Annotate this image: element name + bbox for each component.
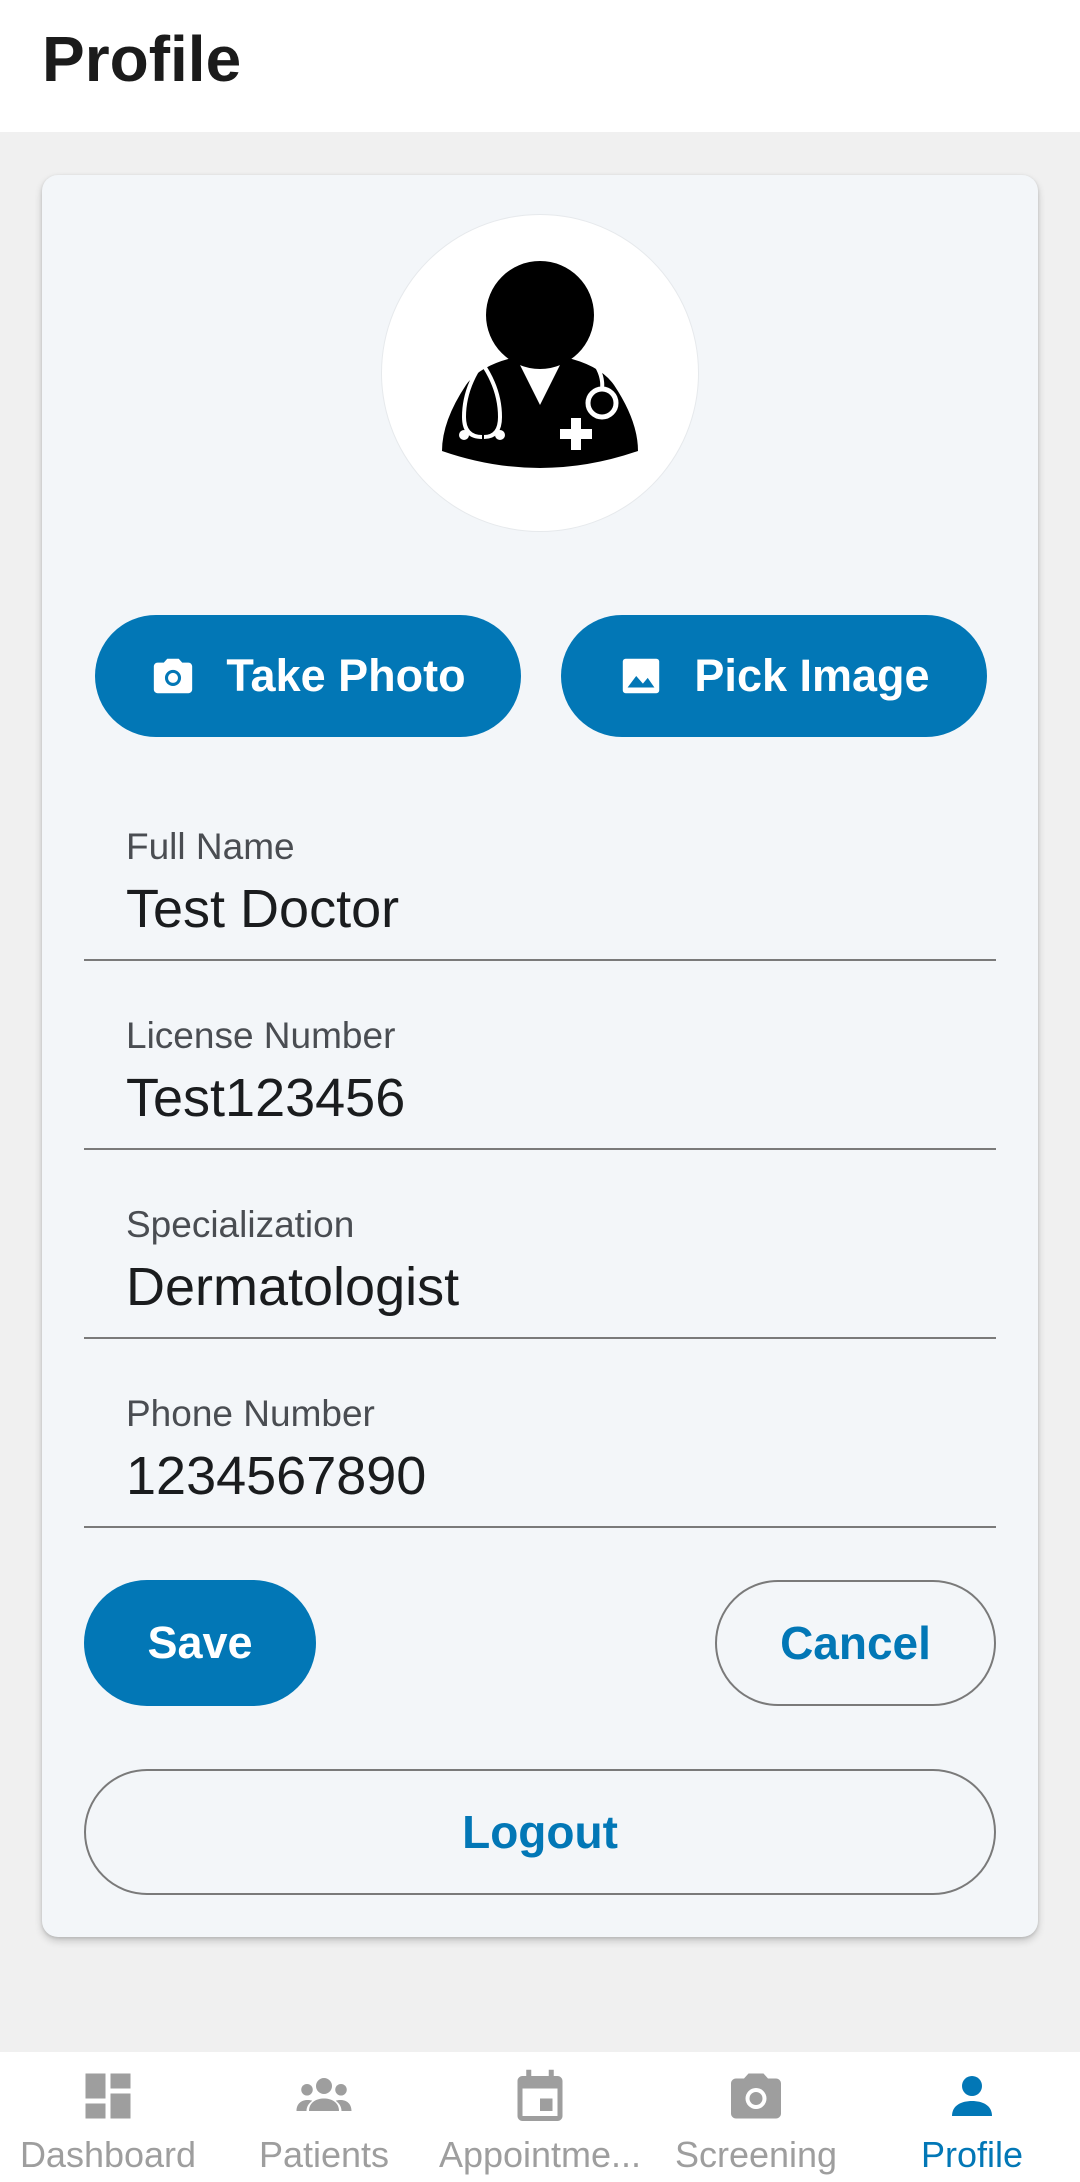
profile-card: Take Photo Pick Image Full Name Test Doc… bbox=[42, 175, 1038, 1937]
full-name-value[interactable]: Test Doctor bbox=[126, 878, 399, 940]
full-name-label: Full Name bbox=[126, 826, 295, 867]
logout-label: Logout bbox=[462, 1806, 618, 1858]
nav-label-dashboard: Dashboard bbox=[19, 2134, 197, 2175]
cancel-label: Cancel bbox=[780, 1617, 931, 1669]
phone-number-value[interactable]: 1234567890 bbox=[126, 1445, 426, 1507]
nav-label-appointments: Appointme... bbox=[438, 2134, 642, 2175]
avatar[interactable] bbox=[382, 215, 698, 531]
person-icon bbox=[952, 2076, 992, 2116]
save-label: Save bbox=[147, 1617, 253, 1668]
specialization-value[interactable]: Dermatologist bbox=[126, 1256, 459, 1318]
take-photo-label: Take Photo bbox=[226, 650, 466, 701]
pick-image-button[interactable]: Pick Image bbox=[561, 615, 987, 737]
nav-label-profile: Profile bbox=[920, 2134, 1024, 2175]
bottom-navigation: Dashboard Patients Appointme... Screenin… bbox=[0, 2052, 1080, 2182]
nav-item-appointments[interactable]: Appointme... bbox=[432, 2052, 648, 2182]
specialization-field[interactable]: Specialization Dermatologist bbox=[84, 1204, 996, 1339]
nav-item-profile[interactable]: Profile bbox=[864, 2052, 1080, 2182]
nav-label-patients: Patients bbox=[258, 2134, 390, 2175]
app-bar: Profile bbox=[0, 0, 1080, 132]
phone-number-label: Phone Number bbox=[126, 1393, 375, 1434]
full-name-field[interactable]: Full Name Test Doctor bbox=[84, 826, 996, 961]
phone-number-field[interactable]: Phone Number 1234567890 bbox=[84, 1393, 996, 1528]
camera-icon bbox=[731, 2073, 781, 2119]
nav-item-patients[interactable]: Patients bbox=[216, 2052, 432, 2182]
calendar-icon bbox=[517, 2069, 563, 2121]
dashboard-icon bbox=[85, 2073, 131, 2119]
save-button[interactable]: Save bbox=[84, 1580, 316, 1706]
cancel-button[interactable]: Cancel bbox=[715, 1580, 996, 1706]
pick-image-label: Pick Image bbox=[694, 650, 930, 701]
license-number-value[interactable]: Test123456 bbox=[126, 1067, 405, 1129]
take-photo-button[interactable]: Take Photo bbox=[95, 615, 521, 737]
image-icon bbox=[623, 658, 660, 694]
logout-button[interactable]: Logout bbox=[84, 1769, 996, 1895]
doctor-avatar-icon bbox=[442, 261, 638, 468]
specialization-label: Specialization bbox=[126, 1204, 355, 1245]
group-icon bbox=[296, 2078, 352, 2111]
license-number-field[interactable]: License Number Test123456 bbox=[84, 1015, 996, 1150]
nav-label-screening: Screening bbox=[674, 2134, 838, 2175]
nav-item-screening[interactable]: Screening bbox=[648, 2052, 864, 2182]
nav-item-dashboard[interactable]: Dashboard bbox=[0, 2052, 216, 2182]
camera-icon bbox=[154, 658, 193, 694]
page-title: Profile bbox=[42, 23, 242, 95]
license-number-label: License Number bbox=[126, 1015, 396, 1056]
